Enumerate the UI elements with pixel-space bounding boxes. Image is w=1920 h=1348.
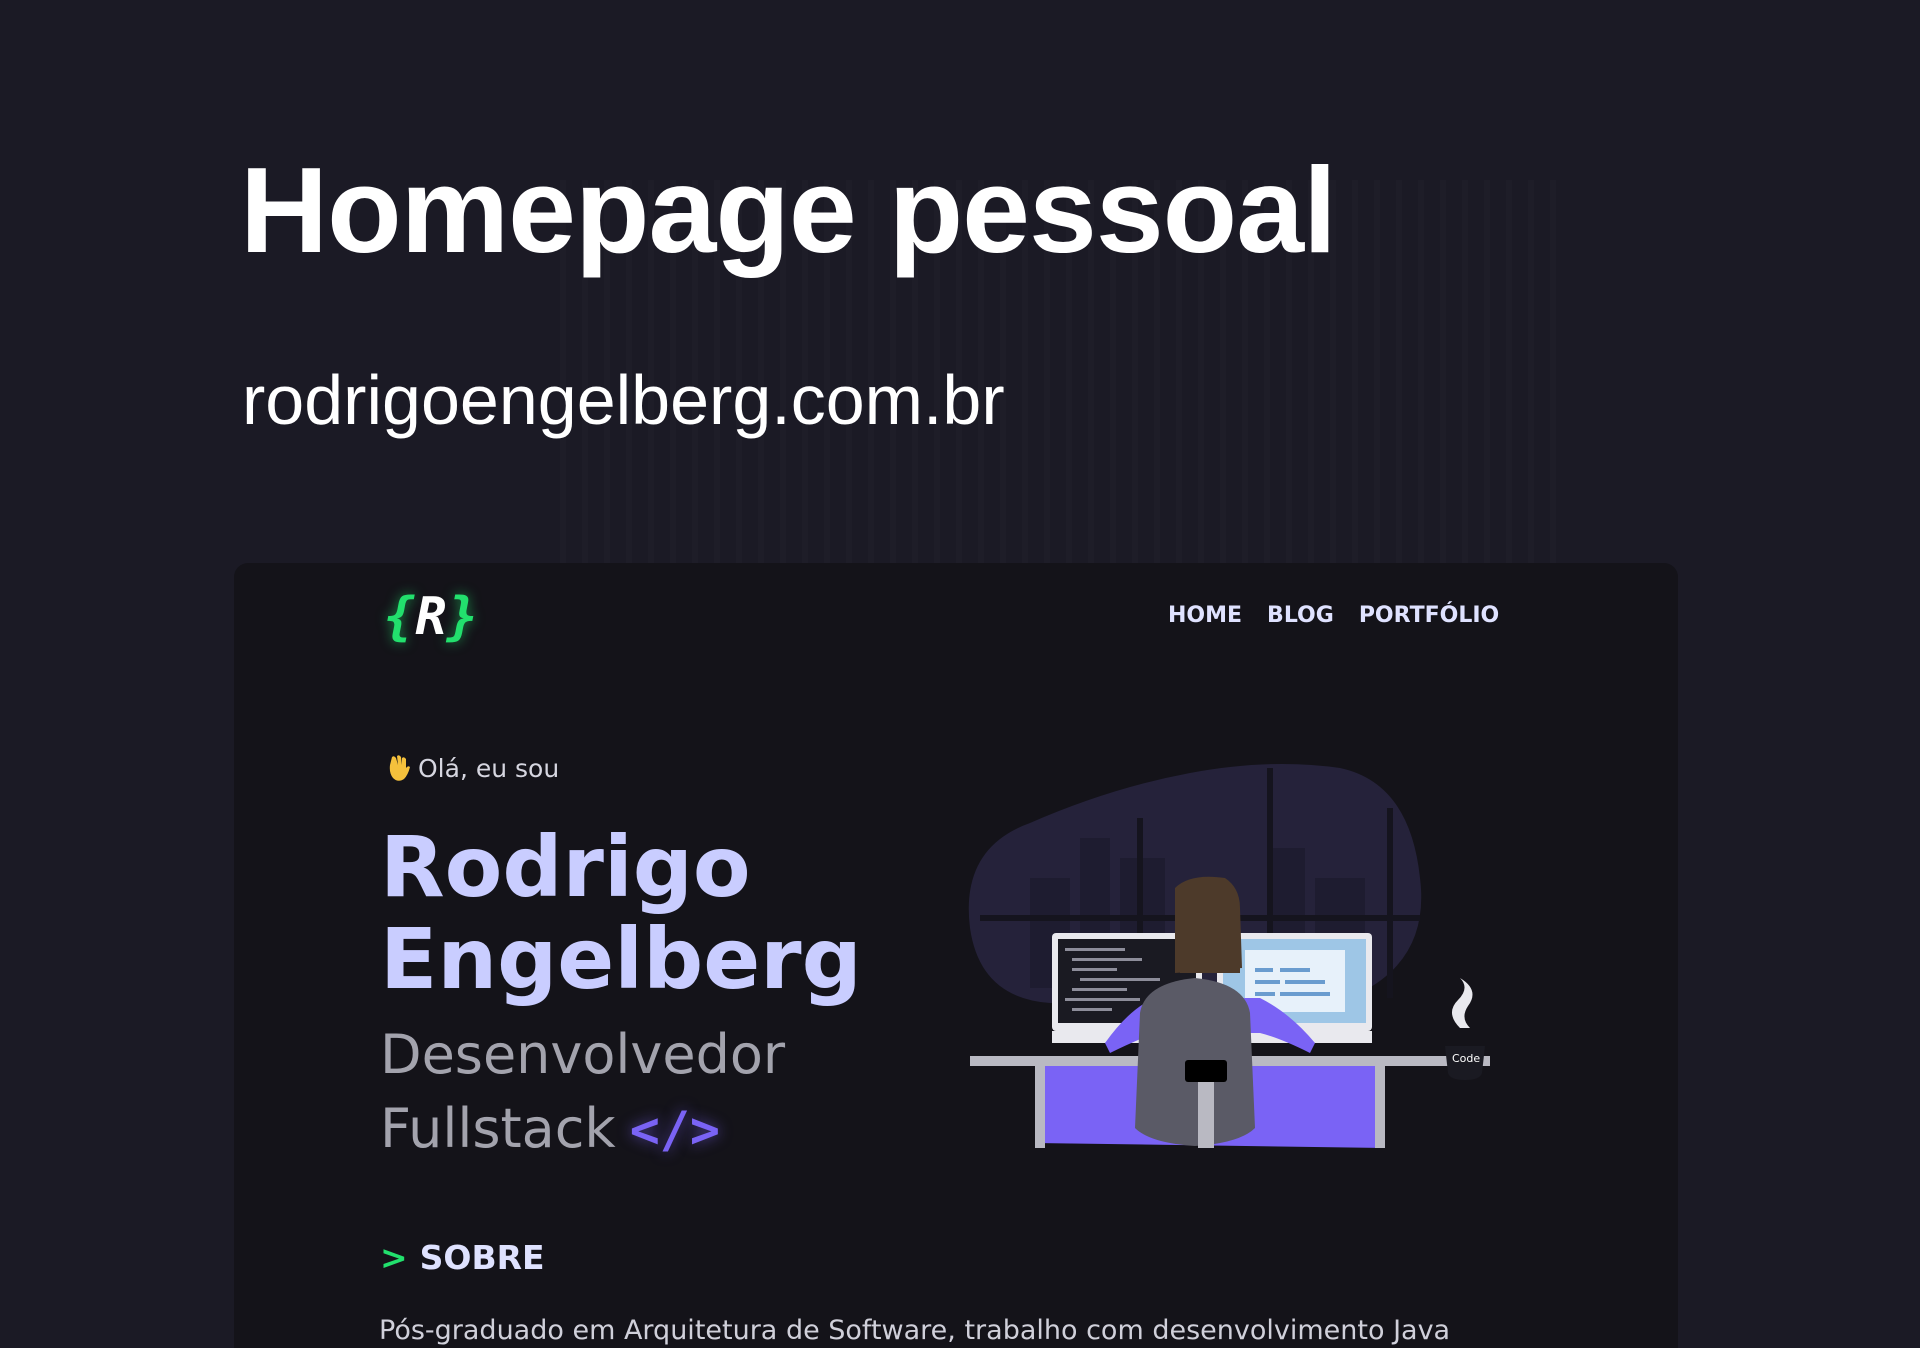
hero-name-first: Rodrigo	[380, 818, 751, 916]
hero-role-line2: Fullstack </>	[380, 1092, 785, 1167]
slide-title: Homepage pessoal	[240, 142, 1337, 278]
nav-portfolio[interactable]: PORTFÓLIO	[1359, 603, 1499, 628]
waving-hand-icon	[389, 755, 410, 781]
hero-role: Desenvolvedor Fullstack </>	[380, 1018, 785, 1167]
nav-home[interactable]: HOME	[1168, 603, 1242, 628]
about-text: Pós-graduado em Arquitetura de Software,…	[379, 1315, 1451, 1346]
chevron-right-icon: >	[380, 1238, 408, 1277]
hero-name-last: Engelberg	[380, 910, 862, 1008]
logo-open-brace: {	[384, 587, 416, 647]
hero-role-line2-text: Fullstack	[380, 1097, 616, 1160]
main-nav: HOME BLOG PORTFÓLIO	[1168, 603, 1499, 628]
slide-url: rodrigoengelberg.com.br	[242, 361, 1005, 439]
nav-blog[interactable]: BLOG	[1267, 603, 1334, 628]
developer-illustration: Code	[968, 764, 1490, 1148]
greeting-text: Olá, eu sou	[418, 754, 560, 783]
about-heading: > SOBRE	[380, 1238, 545, 1277]
logo-letter: R	[415, 587, 447, 647]
hero-name: Rodrigo Engelberg	[380, 821, 862, 1005]
site-logo[interactable]: {R}	[384, 587, 478, 647]
hero-role-line1: Desenvolvedor	[380, 1023, 786, 1086]
mug-label: Code	[1452, 1052, 1480, 1065]
hero-greeting: Olá, eu sou	[386, 753, 559, 783]
code-tag-icon: </>	[629, 1101, 721, 1159]
slide: Homepage pessoal rodrigoengelberg.com.br…	[0, 0, 1920, 1348]
about-heading-text: SOBRE	[419, 1238, 545, 1277]
website-screenshot: {R} HOME BLOG PORTFÓLIO Olá, eu sou Rodr…	[234, 563, 1678, 1348]
logo-close-brace: }	[446, 587, 478, 647]
